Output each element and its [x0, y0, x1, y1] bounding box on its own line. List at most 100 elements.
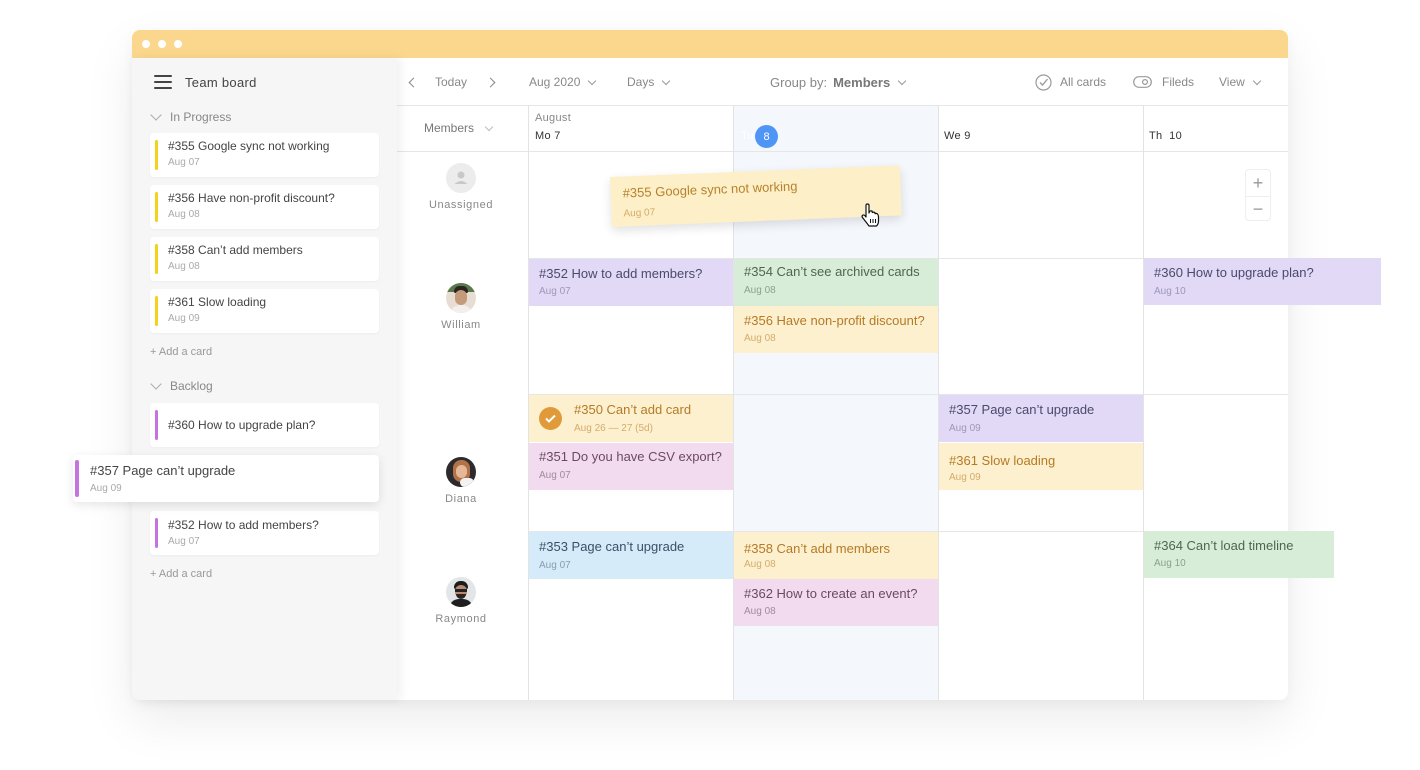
card-title: #358 Can’t add members	[168, 243, 303, 257]
status-bar	[155, 192, 158, 222]
card-date: Aug 07	[168, 536, 200, 547]
event-date: Aug 08	[744, 333, 776, 344]
fields-button[interactable]: Fileds	[1133, 58, 1194, 106]
zoom-controls: + −	[1245, 169, 1271, 221]
today-button[interactable]: Today	[435, 75, 467, 89]
group-toggle-in-progress[interactable]: In Progress	[150, 109, 231, 124]
event-card[interactable]: #353 Page can’t upgrade Aug 07	[529, 532, 733, 579]
event-date: Aug 07	[539, 286, 571, 297]
card-date: Aug 09	[90, 483, 122, 494]
event-title: #354 Can’t see archived cards	[744, 264, 920, 279]
group-by-value: Members	[833, 74, 891, 90]
column-divider	[1143, 106, 1144, 700]
all-cards-button[interactable]: All cards	[1035, 58, 1106, 106]
event-card[interactable]: #362 How to create an event? Aug 08	[734, 579, 938, 626]
avatar	[446, 283, 476, 313]
event-card[interactable]: #357 Page can’t upgrade Aug 09	[939, 395, 1143, 442]
sidebar-card[interactable]: #352 How to add members? Aug 07	[150, 511, 379, 555]
event-date: Aug 07	[539, 470, 571, 481]
event-card[interactable]: #354 Can’t see archived cards Aug 08	[734, 259, 938, 306]
group-toggle-backlog[interactable]: Backlog	[150, 378, 213, 393]
add-card-button[interactable]: + Add a card	[150, 568, 212, 580]
event-card[interactable]: #351 Do you have CSV export? Aug 07	[529, 443, 733, 490]
group-name: Backlog	[170, 379, 213, 393]
members-header-label: Members	[424, 121, 475, 135]
dragging-sidebar-card[interactable]: #357 Page can’t upgrade Aug 09	[73, 455, 379, 502]
event-date: Aug 07	[623, 207, 656, 220]
member-row-william: William	[420, 283, 502, 331]
event-date: Aug 08	[744, 285, 776, 296]
event-title: #350 Can’t add card	[574, 402, 692, 417]
prev-arrow-icon[interactable]	[408, 77, 419, 87]
scale-dropdown[interactable]: Days	[627, 58, 671, 106]
chevron-down-icon	[150, 109, 162, 121]
event-card[interactable]: #360 How to upgrade plan? Aug 10	[1144, 258, 1381, 305]
hand-cursor-icon	[861, 203, 880, 227]
window-dot-icon[interactable]	[142, 40, 150, 48]
member-row-raymond: Raymond	[420, 577, 502, 625]
event-title: #360 How to upgrade plan?	[1154, 265, 1314, 280]
chevron-down-icon	[484, 122, 494, 131]
sidebar-card[interactable]: #355 Google sync not working Aug 07	[150, 133, 379, 177]
sidebar-card[interactable]: #360 How to upgrade plan?	[150, 403, 379, 447]
menu-icon[interactable]	[154, 75, 172, 89]
check-circle-icon	[1035, 73, 1052, 91]
period-label: Aug 2020	[529, 75, 581, 89]
sidebar-card[interactable]: #361 Slow loading Aug 09	[150, 289, 379, 333]
sidebar-card[interactable]: #356 Have non-profit discount? Aug 08	[150, 185, 379, 229]
member-name: Unassigned	[428, 199, 494, 211]
event-card[interactable]: #364 Can’t load timeline Aug 10	[1144, 531, 1334, 578]
event-date: Aug 09	[949, 472, 981, 483]
event-title: #352 How to add members?	[539, 266, 703, 281]
event-card[interactable]: #352 How to add members? Aug 07	[529, 259, 733, 306]
event-date: Aug 09	[949, 423, 981, 434]
zoom-in-button[interactable]: +	[1246, 170, 1270, 196]
event-card[interactable]: #361 Slow loading Aug 09	[939, 443, 1143, 490]
member-row-unassigned: Unassigned	[420, 163, 502, 211]
header-divider	[397, 151, 1288, 152]
card-date: Aug 08	[168, 261, 200, 272]
avatar-placeholder	[446, 163, 476, 193]
window-dot-icon[interactable]	[174, 40, 182, 48]
period-dropdown[interactable]: Aug 2020	[529, 58, 597, 106]
event-date: Aug 10	[1154, 286, 1186, 297]
window-dot-icon[interactable]	[158, 40, 166, 48]
event-date: Aug 10	[1154, 558, 1186, 569]
event-card[interactable]: #358 Can’t add members Aug 08	[734, 532, 938, 579]
card-date: Aug 07	[168, 157, 200, 168]
chevron-down-icon	[897, 76, 907, 85]
member-row-diana: Diana	[420, 457, 502, 505]
event-date: Aug 08	[744, 606, 776, 617]
status-bar	[155, 140, 158, 170]
sidebar-card[interactable]: #358 Can’t add members Aug 08	[150, 237, 379, 281]
chevron-down-icon	[1252, 76, 1262, 85]
scale-label: Days	[627, 75, 655, 89]
card-title: #352 How to add members?	[168, 518, 319, 532]
view-dropdown[interactable]: View	[1219, 58, 1262, 106]
event-date: Aug 26 — 27 (5d)	[574, 423, 653, 434]
event-card-done[interactable]: #350 Can’t add card Aug 26 — 27 (5d)	[529, 395, 733, 442]
card-title: #361 Slow loading	[168, 295, 267, 309]
status-bar	[155, 518, 158, 548]
zoom-out-button[interactable]: −	[1246, 196, 1270, 222]
card-date: Aug 08	[168, 209, 200, 220]
avatar	[446, 457, 476, 487]
chevron-down-icon	[150, 378, 162, 390]
card-title: #355 Google sync not working	[168, 139, 330, 153]
next-arrow-icon[interactable]	[485, 77, 496, 87]
event-title: #353 Page can’t upgrade	[539, 539, 685, 554]
members-filter-dropdown[interactable]: Members	[424, 121, 494, 135]
checkmark-icon[interactable]	[539, 407, 562, 430]
all-cards-label: All cards	[1060, 75, 1107, 89]
event-card[interactable]: #356 Have non-profit discount? Aug 08	[734, 306, 938, 353]
card-title: #360 How to upgrade plan?	[168, 418, 316, 432]
add-card-button[interactable]: + Add a card	[150, 346, 212, 358]
member-name: Diana	[445, 493, 477, 505]
day-header: Th 10	[1149, 130, 1182, 142]
card-date: Aug 09	[168, 313, 200, 324]
title-bar	[132, 30, 1288, 58]
event-title: #361 Slow loading	[949, 453, 1056, 468]
group-by-dropdown[interactable]: Group by: Members	[770, 58, 907, 106]
date-navigation: Today	[408, 58, 496, 106]
member-name: Raymond	[435, 613, 487, 625]
